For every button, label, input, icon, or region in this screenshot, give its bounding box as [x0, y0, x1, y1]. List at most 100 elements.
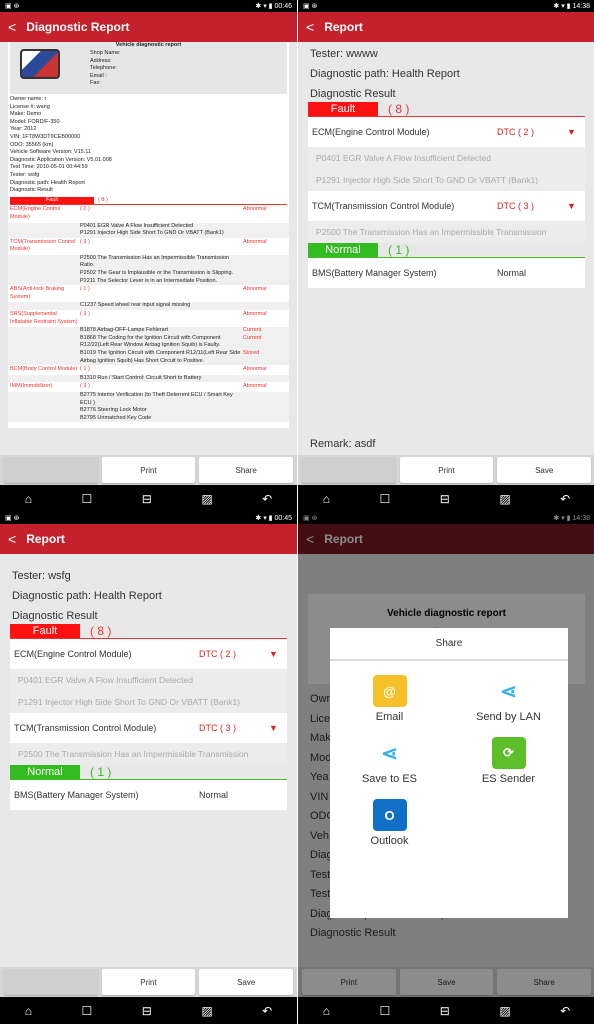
notification-icons: ▣ ⊛ — [5, 3, 20, 10]
screen-diagnostic-report: ▣ ⊛ ✱ ▾ ▮ 00:46 < Diagnostic Report Vehicle … — [0, 0, 297, 512]
system-nav-bar: ⌂ ☐ ⊟ ▨ ↶ — [0, 485, 297, 512]
share-lan-icon: ⋖ — [491, 675, 526, 707]
diagnostic-result-label: Diagnostic Result — [12, 610, 98, 622]
dtc-count: DTC ( 3 ) — [497, 201, 534, 211]
dtc-item: P2500 The Transmission Has an Impermissi… — [308, 221, 585, 243]
home-icon[interactable]: ⌂ — [25, 1004, 32, 1018]
recent-apps-icon[interactable]: ☐ — [82, 1004, 93, 1018]
info-line: License #: wang — [10, 103, 50, 110]
dtc-text: B1878 Airbag-OFF-Lampe Fehlerart — [80, 327, 169, 334]
recent-apps-icon[interactable]: ☐ — [380, 1004, 391, 1018]
dtc-row: B1019 The Ignition Circuit with Componen… — [8, 350, 289, 366]
page-title: Report — [26, 532, 65, 546]
fault-label: Fault — [10, 624, 80, 638]
info-line: Test Time: 2010-05-01 00:44:59 — [10, 164, 88, 171]
gallery-icon[interactable]: ▨ — [201, 492, 212, 506]
share-option-save-to-es[interactable]: ⋖ Save to ES — [330, 737, 449, 785]
clock: 14:38 — [572, 3, 590, 10]
dtc-item: P1291 Injector High Side Short To GND Or… — [308, 169, 585, 191]
save-button[interactable]: Save — [199, 969, 294, 995]
share-option-send-by-lan[interactable]: ⋖ Send by LAN — [449, 675, 568, 723]
vci-icon[interactable]: ⊟ — [440, 1004, 450, 1018]
info-line: VIN: 1FT8W3DT9CEB00000 — [10, 133, 81, 140]
dtc-text: P1291 Injector High Side Short To GND Or… — [80, 230, 224, 237]
print-button[interactable]: Print — [101, 969, 196, 995]
back-icon[interactable]: < — [8, 531, 16, 547]
dtc-row: B1868 The Coding for the Ignition Circui… — [8, 334, 289, 350]
normal-bar: Normal ( 1 ) — [308, 243, 585, 258]
module-row-tcm[interactable]: TCM(Transmission Control Module) DTC ( 3 … — [10, 713, 287, 743]
module-row: IMM(Immobilizer) ( 3 ) Abnormal — [8, 382, 289, 392]
remark: Remark: asdf — [310, 438, 376, 450]
app-header: < Report — [298, 12, 594, 42]
back-nav-icon[interactable]: ↶ — [262, 1004, 272, 1018]
blank-button[interactable] — [4, 457, 98, 483]
gallery-icon[interactable]: ▨ — [499, 492, 510, 506]
bluetooth-icon: ✱ ▾ ▮ — [255, 515, 275, 522]
recent-apps-icon[interactable]: ☐ — [380, 492, 391, 506]
back-nav-icon[interactable]: ↶ — [560, 1004, 570, 1018]
normal-label: Normal — [10, 765, 80, 779]
share-option-email[interactable]: @ Email — [330, 675, 449, 723]
blank-button[interactable] — [302, 457, 396, 483]
info-line: Diagnostic path: Health Report — [10, 179, 85, 186]
dtc-state — [243, 278, 287, 286]
home-icon[interactable]: ⌂ — [323, 492, 330, 506]
dtc-item: P0401 EGR Valve A Flow Insufficient Dete… — [10, 669, 287, 691]
dtc-state: Stored — [243, 350, 260, 356]
module-count: ( 3 ) — [80, 311, 90, 318]
home-icon[interactable]: ⌂ — [25, 492, 32, 506]
shop-field: Shop Name: — [90, 50, 121, 56]
dtc-text: P2211 The Selector Lever is in an Interm… — [80, 277, 218, 284]
back-icon[interactable]: < — [306, 19, 314, 35]
collapse-arrow-icon[interactable]: ▼ — [567, 127, 581, 137]
report-scroll[interactable]: Vehicle diagnostic report Shop Name: Addre… — [0, 42, 297, 455]
print-button[interactable]: Print — [399, 457, 494, 483]
status-bar: ▣ ⊛ ✱ ▾ ▮ 00:45 — [0, 512, 297, 524]
back-icon[interactable]: < — [8, 19, 16, 35]
button-bar: Print Save — [0, 967, 297, 997]
vci-icon[interactable]: ⊟ — [142, 1004, 152, 1018]
share-option-outlook[interactable]: O Outlook — [330, 799, 449, 847]
share-option-es-sender[interactable]: ⟳ ES Sender — [449, 737, 568, 785]
outlook-icon: O — [372, 799, 407, 831]
module-status: Abnormal — [243, 286, 267, 293]
back-nav-icon[interactable]: ↶ — [560, 492, 570, 506]
dtc-text: P0401 EGR Valve A Flow Insufficient Dete… — [80, 222, 194, 229]
home-icon[interactable]: ⌂ — [323, 1004, 330, 1018]
normal-bar: Normal ( 1 ) — [10, 765, 287, 780]
dtc-text: B2776 Steering Lock Motor — [80, 407, 147, 414]
share-option-label: Email — [375, 711, 404, 723]
collapse-arrow-icon[interactable]: ▼ — [269, 649, 283, 659]
module-name: TCM(Transmission Control Module) — [14, 723, 157, 733]
collapse-arrow-icon[interactable]: ▼ — [269, 723, 283, 733]
vci-icon[interactable]: ⊟ — [440, 492, 450, 506]
share-dialog: Share @ Email ⋖ Send by LAN ⋖ Save to ES ⟳ ES Se… — [330, 628, 568, 918]
shop-field: Fax: — [90, 80, 101, 87]
system-nav-bar: ⌂ ☐ ⊟ ▨ ↶ — [298, 997, 594, 1024]
module-name: TCM(Transmission Control Module) — [10, 238, 76, 253]
report-scroll[interactable]: Tester: wsfg Diagnostic path: Health Rep… — [0, 554, 297, 967]
dtc-count: DTC ( 2 ) — [199, 649, 236, 659]
save-button[interactable]: Save — [497, 457, 592, 483]
back-nav-icon[interactable]: ↶ — [262, 492, 272, 506]
gallery-icon[interactable]: ▨ — [201, 1004, 212, 1018]
report-scroll[interactable]: Tester: wwww Diagnostic path: Health Rep… — [298, 42, 594, 455]
module-status: Normal — [199, 790, 229, 800]
module-row-tcm[interactable]: TCM(Transmission Control Module) DTC ( 3 … — [308, 191, 585, 221]
module-row-ecm[interactable]: ECM(Engine Control Module) DTC ( 2 ) ▼ — [10, 639, 287, 669]
info-line: Vehicle Software Version: V15.11 — [10, 149, 91, 156]
collapse-arrow-icon[interactable]: ▼ — [567, 201, 581, 211]
blank-button[interactable] — [4, 969, 98, 995]
print-button[interactable]: Print — [101, 457, 196, 483]
module-name: TCM(Transmission Control Module) — [312, 201, 455, 211]
dtc-row: B2795 Unmatched Key Code — [8, 414, 289, 423]
module-row-ecm[interactable]: ECM(Engine Control Module) DTC ( 2 ) ▼ — [308, 117, 585, 147]
vci-icon[interactable]: ⊟ — [142, 492, 152, 506]
share-button[interactable]: Share — [199, 457, 294, 483]
gallery-icon[interactable]: ▨ — [499, 1004, 510, 1018]
save-es-icon: ⋖ — [372, 737, 407, 769]
es-sender-icon: ⟳ — [491, 737, 526, 769]
recent-apps-icon[interactable]: ☐ — [82, 492, 93, 506]
info-line: Make: Demo — [10, 111, 42, 118]
